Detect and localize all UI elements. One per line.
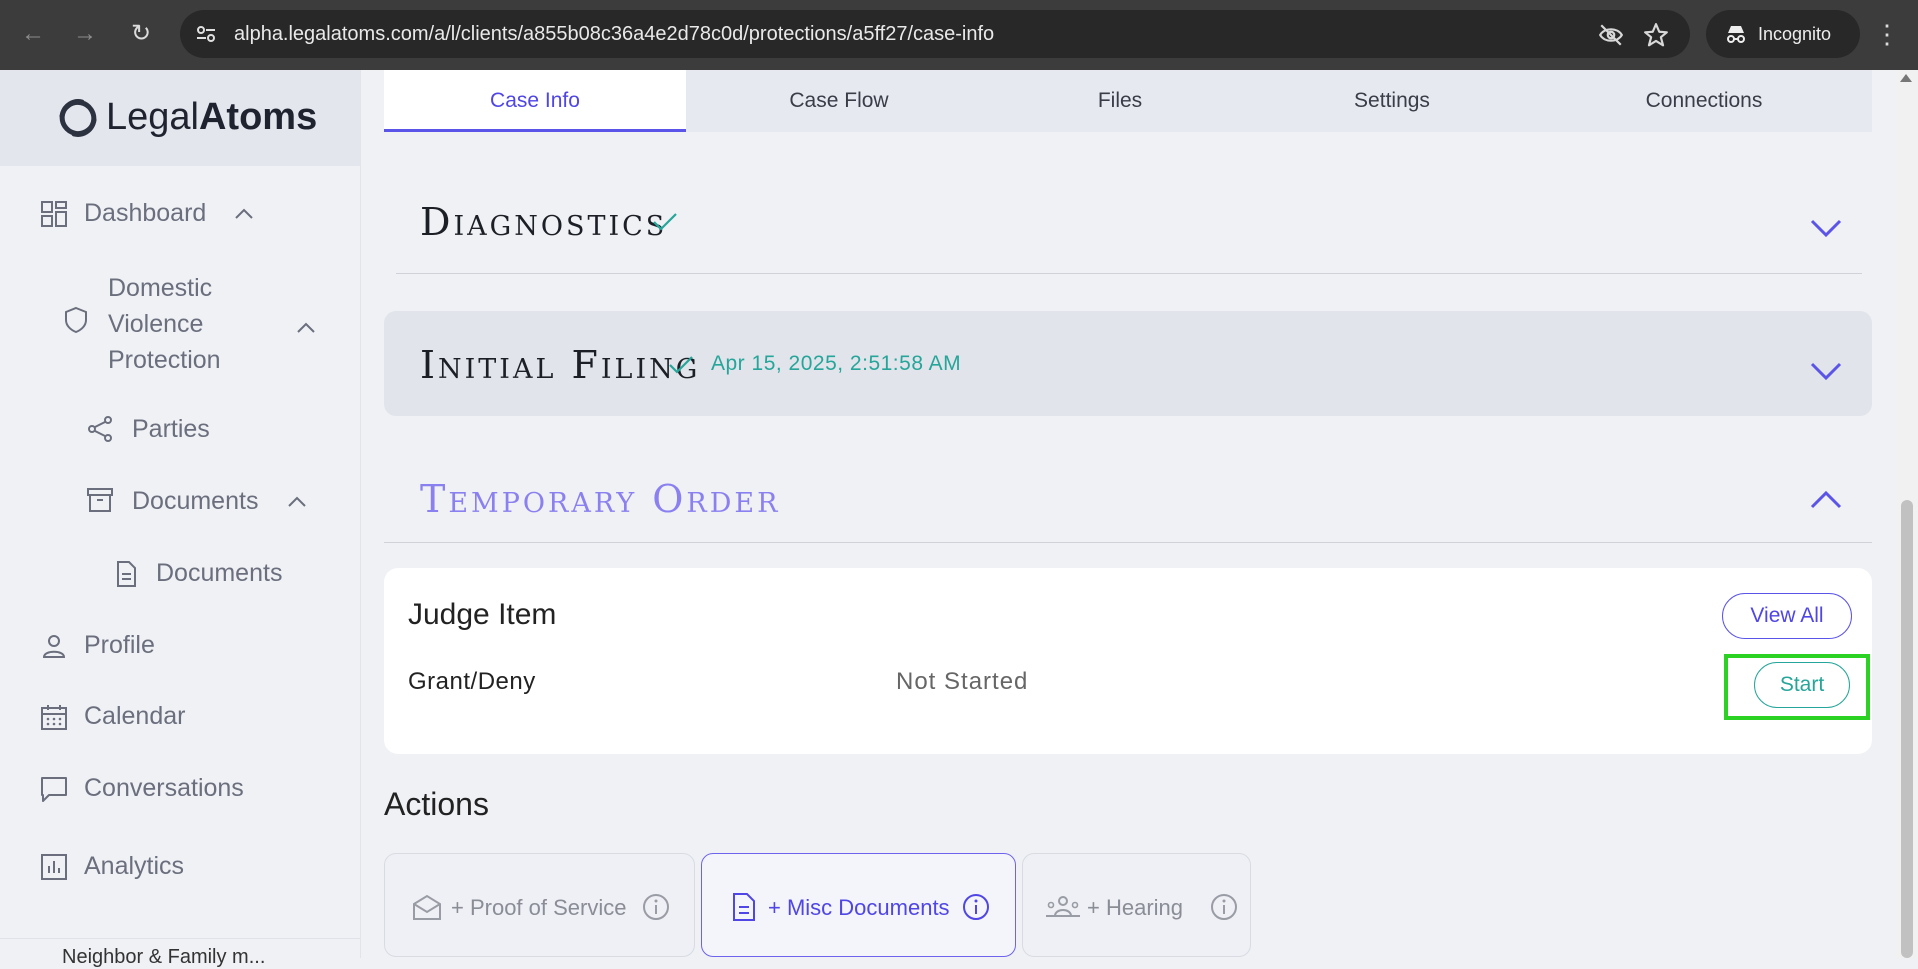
- url-text[interactable]: alpha.legalatoms.com/a/l/clients/a855b08…: [234, 23, 994, 46]
- misc-documents-button[interactable]: + Misc Documents: [701, 853, 1016, 957]
- section-title: Initial Filing: [420, 343, 701, 387]
- logo-text: LegalAtoms: [106, 96, 317, 139]
- section-initial-filing[interactable]: Initial Filing Apr 15, 2025, 2:51:58 AM: [384, 311, 1872, 416]
- case-name-line-3: Protection: [108, 346, 221, 374]
- actions-title: Actions: [384, 786, 489, 822]
- tab-files[interactable]: Files: [992, 70, 1248, 132]
- share-nodes-icon: [88, 416, 112, 442]
- section-title: Diagnostics: [420, 200, 668, 244]
- sidebar: LegalAtoms Dashboard Domestic Violence P…: [0, 70, 361, 968]
- envelope-icon: [413, 894, 441, 920]
- sidebar-item-documents[interactable]: Documents: [156, 559, 282, 588]
- sidebar-divider: [0, 938, 360, 939]
- tab-case-flow[interactable]: Case Flow: [686, 70, 992, 132]
- logo-text-light: Legal: [106, 96, 199, 138]
- site-settings-icon[interactable]: [194, 22, 218, 46]
- highlight-box: [1724, 654, 1870, 720]
- sidebar-item-calendar[interactable]: Calendar: [84, 702, 185, 731]
- reload-icon[interactable]: ↻: [126, 19, 156, 49]
- chat-bubble-icon: [41, 777, 67, 802]
- tab-connections[interactable]: Connections: [1536, 70, 1872, 132]
- scrollbar-thumb[interactable]: [1901, 500, 1913, 958]
- incognito-badge[interactable]: Incognito: [1706, 10, 1860, 58]
- section-timestamp: Apr 15, 2025, 2:51:58 AM: [711, 352, 962, 375]
- bookmark-star-icon[interactable]: [1643, 22, 1669, 48]
- browser-toolbar: ← → ↻ alpha.legalatoms.com/a/l/clients/a…: [0, 0, 1918, 70]
- browser-menu-icon[interactable]: ⋮: [1874, 18, 1900, 50]
- back-icon[interactable]: ←: [18, 19, 48, 49]
- info-icon[interactable]: [641, 892, 671, 922]
- sidebar-item-domestic-violence-protection[interactable]: Domestic Violence Protection: [108, 270, 221, 378]
- logo-area[interactable]: LegalAtoms: [0, 70, 360, 166]
- divider: [384, 542, 1872, 543]
- judge-item-panel: Judge Item View All Grant/Deny Not Start…: [384, 568, 1872, 754]
- chevron-down-icon[interactable]: [1810, 218, 1842, 238]
- shield-icon: [65, 306, 87, 334]
- section-title: Temporary Order: [420, 477, 781, 521]
- judge-item-status: Not Started: [896, 668, 1029, 695]
- action-label: + Misc Documents: [768, 895, 950, 920]
- sidebar-item-analytics[interactable]: Analytics: [84, 852, 184, 881]
- info-icon[interactable]: [1209, 892, 1239, 922]
- archive-box-icon: [87, 488, 113, 512]
- eye-off-icon[interactable]: [1598, 22, 1624, 48]
- bar-chart-icon: [41, 854, 67, 880]
- scroll-up-arrow-icon[interactable]: [1900, 74, 1912, 82]
- chevron-up-icon[interactable]: [296, 322, 316, 334]
- forward-icon[interactable]: →: [70, 19, 100, 49]
- tab-case-info[interactable]: Case Info: [384, 70, 686, 132]
- dashboard-icon: [41, 201, 67, 227]
- proof-of-service-button[interactable]: + Proof of Service: [384, 853, 695, 957]
- case-tabs: Case Info Case Flow Files Settings Conne…: [384, 70, 1872, 132]
- action-label: + Proof of Service: [451, 895, 627, 920]
- user-icon: [42, 635, 66, 658]
- document-icon: [117, 561, 136, 587]
- people-group-icon: [1046, 896, 1080, 917]
- incognito-icon: [1727, 26, 1745, 43]
- panel-title: Judge Item: [408, 598, 557, 631]
- document-icon: [733, 893, 755, 921]
- check-icon: [669, 356, 693, 374]
- judge-item-label: Grant/Deny: [408, 668, 536, 695]
- chevron-up-icon[interactable]: [287, 496, 307, 508]
- sidebar-item-dashboard[interactable]: Dashboard: [84, 199, 206, 228]
- tab-settings[interactable]: Settings: [1248, 70, 1536, 132]
- view-all-button[interactable]: View All: [1722, 593, 1852, 639]
- info-icon[interactable]: [961, 892, 991, 922]
- sidebar-item-documents-group[interactable]: Documents: [132, 487, 258, 516]
- address-bar[interactable]: alpha.legalatoms.com/a/l/clients/a855b08…: [180, 10, 1690, 58]
- calendar-icon: [41, 705, 67, 730]
- action-label: + Hearing: [1087, 895, 1184, 920]
- sidebar-item-parties[interactable]: Parties: [132, 415, 210, 444]
- incognito-label: Incognito: [1758, 24, 1832, 44]
- logo-text-bold: Atoms: [198, 96, 318, 138]
- sidebar-item-profile[interactable]: Profile: [84, 631, 155, 660]
- divider: [396, 273, 1862, 274]
- legalatoms-logo-icon: [59, 99, 97, 137]
- sidebar-item-conversations[interactable]: Conversations: [84, 774, 244, 803]
- case-name-line-2: Violence: [108, 310, 204, 338]
- check-icon: [653, 213, 677, 231]
- case-name-line-1: Domestic: [108, 274, 213, 302]
- chevron-up-icon[interactable]: [1810, 490, 1842, 510]
- chevron-down-icon[interactable]: [1810, 361, 1842, 381]
- chevron-up-icon[interactable]: [234, 208, 254, 220]
- hearing-button[interactable]: + Hearing: [1022, 853, 1251, 957]
